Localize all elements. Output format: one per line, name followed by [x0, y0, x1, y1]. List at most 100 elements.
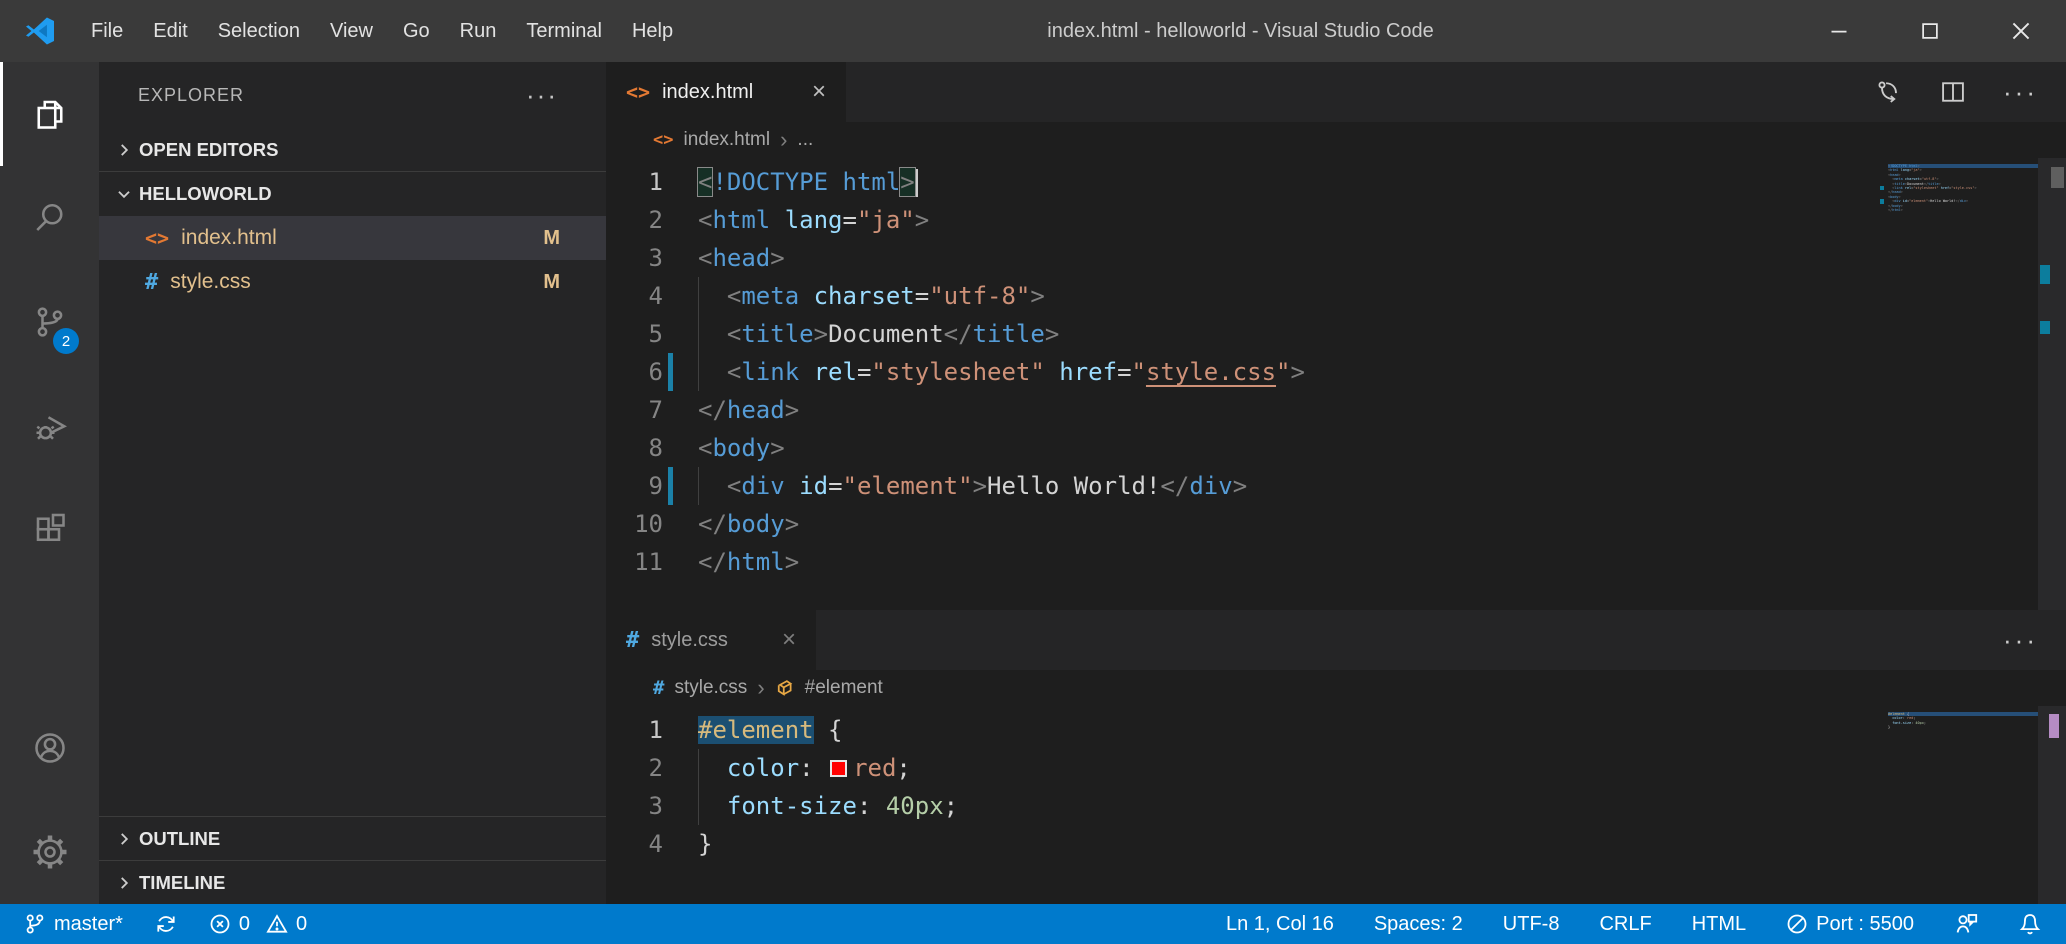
- run-debug-icon[interactable]: [0, 374, 99, 478]
- minimize-button[interactable]: [1793, 0, 1884, 62]
- eol-item[interactable]: CRLF: [1599, 913, 1651, 936]
- minimap[interactable]: <!DOCTYPE html><html lang="ja"><head> <m…: [1880, 164, 2038, 212]
- git-branch-item[interactable]: master*: [24, 913, 123, 936]
- code-line[interactable]: 4 <meta charset="utf-8">: [606, 277, 2066, 315]
- menu-edit[interactable]: Edit: [138, 20, 202, 43]
- tab-style-css[interactable]: # style.css ×: [606, 610, 816, 670]
- breadcrumb-symbol[interactable]: #element: [805, 677, 883, 699]
- html-file-icon: <>: [626, 80, 650, 104]
- code-line[interactable]: 1<!DOCTYPE html>: [606, 163, 2066, 201]
- breadcrumb-symbol[interactable]: ...: [797, 129, 813, 151]
- code-line[interactable]: 9 <div id="element">Hello World!</div>: [606, 467, 2066, 505]
- notifications-item[interactable]: [2018, 912, 2042, 936]
- line-number: 3: [606, 239, 669, 277]
- breadcrumbs: <> index.html › ...: [606, 122, 2066, 158]
- minimap-line: </html>: [1888, 208, 2038, 212]
- menu-bar: File Edit Selection View Go Run Terminal…: [76, 20, 688, 43]
- code-line[interactable]: 4}: [606, 825, 2066, 863]
- explorer-icon[interactable]: [0, 62, 99, 166]
- color-swatch[interactable]: [830, 760, 847, 777]
- section-open-editors[interactable]: OPEN EDITORS: [99, 128, 606, 172]
- section-label: OUTLINE: [139, 828, 220, 850]
- code-line[interactable]: 1#element {: [606, 711, 2066, 749]
- activity-bar-spacer: [0, 582, 99, 696]
- source-control-icon[interactable]: 2: [0, 270, 99, 374]
- breadcrumb-file[interactable]: style.css: [674, 677, 747, 699]
- code-editor-style-css[interactable]: 1#element {2 color: red;3 font-size: 40p…: [606, 706, 2066, 904]
- settings-gear-icon[interactable]: [0, 800, 99, 904]
- code-line[interactable]: 2 color: red;: [606, 749, 2066, 787]
- line-number: 9: [606, 467, 669, 505]
- menu-terminal[interactable]: Terminal: [511, 20, 617, 43]
- live-server-port-item[interactable]: Port : 5500: [1786, 913, 1914, 936]
- section-timeline[interactable]: TIMELINE: [99, 860, 606, 904]
- maximize-button[interactable]: [1884, 0, 1975, 62]
- indent-guide: [698, 353, 699, 391]
- chevron-right-icon: [115, 830, 133, 848]
- window-controls: [1793, 0, 2066, 62]
- file-item-index-html[interactable]: <> index.html M: [99, 216, 606, 260]
- menu-help[interactable]: Help: [617, 20, 688, 43]
- section-label: TIMELINE: [139, 872, 225, 894]
- feedback-item[interactable]: [1954, 912, 1978, 936]
- menu-view[interactable]: View: [315, 20, 388, 43]
- code-editor-index-html[interactable]: 1<!DOCTYPE html>2<html lang="ja">3<head>…: [606, 158, 2066, 610]
- code-line[interactable]: 7</head>: [606, 391, 2066, 429]
- account-icon[interactable]: [0, 696, 99, 800]
- more-actions-icon[interactable]: ···: [2003, 77, 2038, 108]
- code-line[interactable]: 6 <link rel="stylesheet" href="style.css…: [606, 353, 2066, 391]
- sidebar-explorer: EXPLORER ··· OPEN EDITORS HELLOWORLD <> …: [99, 62, 606, 904]
- encoding-item[interactable]: UTF-8: [1503, 913, 1560, 936]
- breadcrumb-separator: ›: [780, 127, 787, 153]
- line-number: 2: [606, 749, 669, 787]
- sync-item[interactable]: [155, 913, 177, 935]
- close-tab-icon[interactable]: ×: [782, 626, 796, 654]
- code-line[interactable]: 3 font-size: 40px;: [606, 787, 2066, 825]
- section-helloworld[interactable]: HELLOWORLD: [99, 172, 606, 216]
- modified-marker: [2040, 321, 2050, 334]
- cursor-position-item[interactable]: Ln 1, Col 16: [1226, 913, 1334, 936]
- tab-label: style.css: [651, 629, 728, 652]
- line-number: 4: [606, 825, 669, 863]
- line-number: 5: [606, 315, 669, 353]
- code-line[interactable]: 11</html>: [606, 543, 2066, 581]
- language-mode-item[interactable]: HTML: [1692, 913, 1746, 936]
- line-number: 6: [606, 353, 669, 391]
- code-line[interactable]: 8<body>: [606, 429, 2066, 467]
- code-line[interactable]: 10</body>: [606, 505, 2066, 543]
- extensions-icon[interactable]: [0, 478, 99, 582]
- close-tab-icon[interactable]: ×: [812, 78, 826, 106]
- code-line[interactable]: 5 <title>Document</title>: [606, 315, 2066, 353]
- close-window-button[interactable]: [1975, 0, 2066, 62]
- file-name: style.css: [170, 270, 251, 294]
- minimap-modified-mark: [1880, 199, 1884, 203]
- problems-item[interactable]: 0 0: [209, 913, 307, 936]
- code-line[interactable]: 2<html lang="ja">: [606, 201, 2066, 239]
- line-number: 7: [606, 391, 669, 429]
- overview-ruler[interactable]: [2038, 706, 2066, 904]
- line-number: 3: [606, 787, 669, 825]
- split-editor-icon[interactable]: [1939, 78, 1967, 106]
- code-line[interactable]: 3<head>: [606, 239, 2066, 277]
- file-item-style-css[interactable]: # style.css M: [99, 260, 606, 304]
- explorer-more-actions[interactable]: ···: [526, 80, 558, 111]
- indentation-item[interactable]: Spaces: 2: [1374, 913, 1463, 936]
- menu-run[interactable]: Run: [445, 20, 512, 43]
- minimap[interactable]: #element { color: red; font-size: 40px;}: [1880, 712, 2038, 730]
- more-actions-icon[interactable]: ···: [2003, 625, 2038, 656]
- scm-badge: 2: [53, 328, 79, 354]
- errors-icon: [209, 913, 231, 935]
- open-changes-icon[interactable]: [1875, 78, 1903, 106]
- scrollbar-thumb[interactable]: [2051, 167, 2064, 188]
- warnings-icon: [266, 913, 288, 935]
- menu-go[interactable]: Go: [388, 20, 445, 43]
- search-icon[interactable]: [0, 166, 99, 270]
- overview-ruler[interactable]: [2038, 158, 2066, 610]
- breadcrumb-file[interactable]: index.html: [683, 129, 770, 151]
- chevron-right-icon: [115, 141, 133, 159]
- section-outline[interactable]: OUTLINE: [99, 816, 606, 860]
- tab-index-html[interactable]: <> index.html ×: [606, 62, 846, 122]
- chevron-right-icon: [115, 874, 133, 892]
- menu-selection[interactable]: Selection: [203, 20, 315, 43]
- menu-file[interactable]: File: [76, 20, 138, 43]
